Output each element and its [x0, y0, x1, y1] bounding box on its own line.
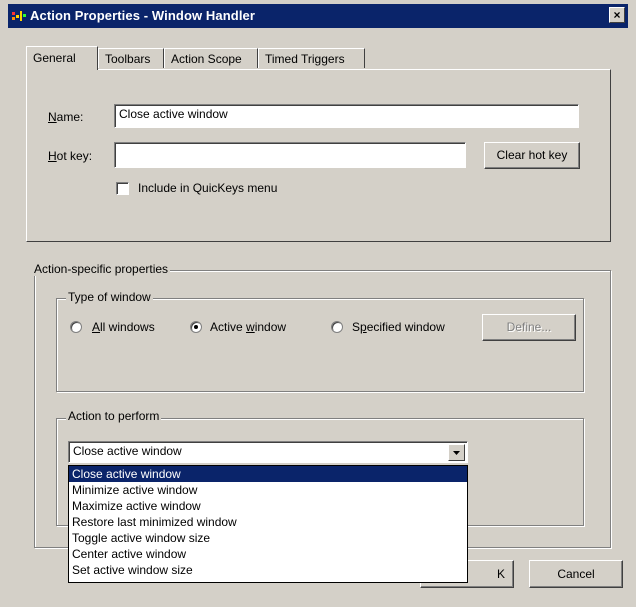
radio-active-window-label: Active window	[210, 320, 287, 334]
window-title: Action Properties - Window Handler	[30, 8, 256, 23]
tab-action-scope-label: Action Scope	[171, 52, 242, 66]
name-input[interactable]: Close active window	[114, 104, 579, 128]
action-combo[interactable]: Close active window	[68, 441, 468, 463]
name-label: Name:	[48, 110, 84, 124]
tab-general[interactable]: General	[26, 46, 98, 70]
app-icon	[12, 11, 26, 21]
radio-specified-window[interactable]	[331, 321, 343, 333]
cancel-button-label: Cancel	[557, 567, 595, 581]
action-specific-group-label: Action-specific properties	[32, 262, 171, 276]
list-item[interactable]: Set active window size	[69, 562, 467, 578]
list-item[interactable]: Close active window	[69, 466, 467, 482]
chevron-down-icon	[453, 451, 460, 455]
list-item[interactable]: Center active window	[69, 546, 467, 562]
type-of-window-label: Type of window	[66, 290, 153, 304]
close-button[interactable]: ×	[609, 7, 625, 23]
radio-all-windows-label: All windows	[92, 320, 155, 334]
list-item[interactable]: Restore last minimized window	[69, 514, 467, 530]
list-item[interactable]: Maximize active window	[69, 498, 467, 514]
clear-hotkey-button[interactable]: Clear hot key	[484, 142, 580, 169]
action-combo-value: Close active window	[73, 444, 182, 458]
tab-timed-triggers-label: Timed Triggers	[265, 52, 345, 66]
title-bar[interactable]: Action Properties - Window Handler ×	[8, 4, 628, 28]
radio-all-windows[interactable]	[70, 321, 82, 333]
clear-hotkey-label: Clear hot key	[496, 148, 568, 162]
hotkey-label: Hot key:	[48, 149, 93, 163]
list-item[interactable]: Minimize active window	[69, 482, 467, 498]
tab-timed-triggers[interactable]: Timed Triggers	[258, 48, 365, 68]
name-input-value: Close active window	[119, 107, 228, 121]
cancel-button[interactable]: Cancel	[529, 560, 623, 588]
define-button-label: Define...	[506, 320, 552, 334]
tab-toolbars[interactable]: Toolbars	[98, 48, 164, 68]
close-icon: ×	[613, 8, 621, 22]
define-button[interactable]: Define...	[482, 314, 576, 341]
quickkeys-label: Include in QuicKeys menu	[138, 181, 278, 195]
radio-active-window[interactable]	[190, 321, 202, 333]
action-to-perform-label: Action to perform	[66, 409, 162, 423]
list-item[interactable]: Toggle active window size	[69, 530, 467, 546]
type-of-window-group	[56, 298, 584, 392]
dropdown-button[interactable]	[448, 444, 465, 461]
hotkey-input[interactable]	[114, 142, 466, 168]
dialog-window: Action Properties - Window Handler × Gen…	[0, 0, 636, 607]
radio-specified-window-label: Specified window	[352, 320, 445, 334]
ok-button-label: K	[496, 567, 505, 581]
quickkeys-checkbox[interactable]	[116, 182, 129, 195]
action-dropdown-list: Close active window Minimize active wind…	[68, 465, 468, 583]
tab-general-label: General	[33, 51, 76, 65]
tab-action-scope[interactable]: Action Scope	[164, 48, 258, 68]
tab-toolbars-label: Toolbars	[105, 52, 151, 66]
radio-selected-dot	[194, 325, 198, 329]
